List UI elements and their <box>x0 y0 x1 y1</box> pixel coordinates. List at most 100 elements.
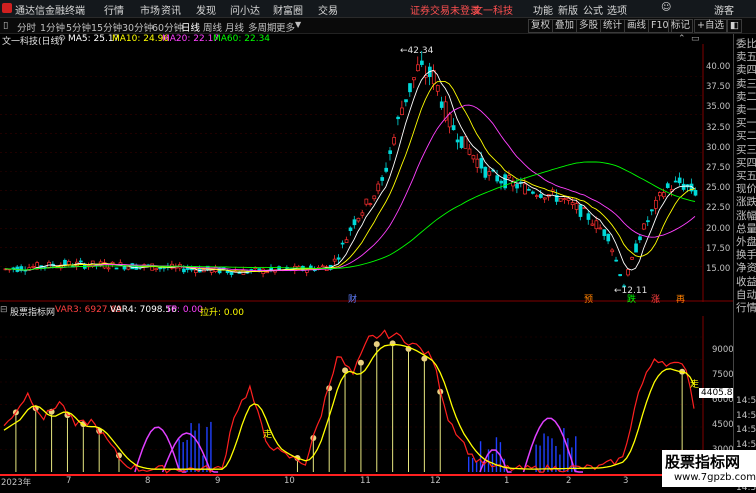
indicator-tick: 7500 <box>712 370 734 380</box>
marker-finance[interactable]: 财 <box>348 292 357 305</box>
date-tick: 9 <box>215 476 221 486</box>
menu-item-discover[interactable]: 发现 <box>196 2 216 17</box>
candle-body <box>693 190 698 196</box>
indicator-tick: 9000 <box>712 345 734 355</box>
toolbar-restore-button[interactable]: 复权 <box>528 19 554 33</box>
period-tab-multi[interactable]: 多周期 <box>248 20 277 34</box>
menu-item-wealth[interactable]: 财富圈 <box>273 2 303 17</box>
period-tab-more[interactable]: 更多 <box>276 20 295 34</box>
price-tick: 17.50 <box>706 243 731 254</box>
guest-label[interactable]: 游客 <box>714 2 734 17</box>
toolbar-mark-button[interactable]: 标记 <box>668 19 694 33</box>
tp-bar <box>198 423 200 472</box>
period-tab-30m[interactable]: 30分钟 <box>122 20 153 34</box>
menu-formula[interactable]: 公式 <box>583 2 603 17</box>
var4-line <box>3 344 695 470</box>
panel-row-label: 行情 <box>736 302 756 314</box>
candle-body <box>229 271 234 275</box>
period-tab-monthly[interactable]: 月线 <box>225 20 244 34</box>
candle-body <box>126 266 131 270</box>
candle-body <box>539 194 543 198</box>
watermark-title: 股票指标网 <box>665 453 741 471</box>
price-tick: 35.00 <box>706 102 731 113</box>
candle-body <box>626 269 630 276</box>
menu-item-market[interactable]: 市场 <box>140 2 160 17</box>
candle-body <box>657 192 662 197</box>
candle-body <box>372 195 377 200</box>
tp-line <box>522 417 583 473</box>
candle-body <box>416 64 420 72</box>
toolbar-overlay-button[interactable]: 叠加 <box>552 19 578 33</box>
period-tab-60m[interactable]: 60分钟 <box>152 20 183 34</box>
menu-item-ask[interactable]: 问小达 <box>230 2 260 17</box>
tp-bar <box>186 439 188 472</box>
candle-body <box>515 184 519 189</box>
candle-body <box>376 183 381 192</box>
login-notice[interactable]: 证券交易未登录 <box>410 2 480 17</box>
candle-body <box>634 243 638 253</box>
period-tab-15m[interactable]: 15分钟 <box>91 20 122 34</box>
quote-side-panel: 委比 卖五 卖四 卖三 卖二 卖一 买一 买二 买三 买四 买五 现价 涨跌 涨幅 总量 外盘 换手 净资 收益 自动… <box>733 34 756 493</box>
period-bar: ▯ 分时 1分钟 5分钟 15分钟 30分钟 60分钟 日线 周线 月线 多周期… <box>0 18 756 34</box>
tp-line <box>161 432 219 473</box>
candle-body <box>661 192 666 198</box>
var3-line <box>3 329 695 474</box>
settings-icon[interactable]: ⚙ <box>58 34 66 44</box>
indicator-settings-icon[interactable]: ⊟ <box>0 305 8 315</box>
menu-item-quotes[interactable]: 行情 <box>104 2 124 17</box>
candle-body <box>542 197 547 200</box>
period-tab-5m[interactable]: 5分钟 <box>66 20 91 34</box>
candle-body <box>368 203 373 205</box>
panel-time: 14:56 <box>736 425 756 435</box>
price-tick: 27.50 <box>706 163 731 173</box>
candle-body <box>78 260 83 263</box>
tp-bar <box>495 437 498 472</box>
price-tick: 37.50 <box>706 82 731 93</box>
candle-body <box>646 220 650 223</box>
menu-newversion[interactable]: 新版 <box>558 2 578 17</box>
menu-function[interactable]: 功能 <box>533 2 553 17</box>
panel-minimize-icon[interactable]: ▭ <box>691 34 700 44</box>
candle-body <box>681 183 686 190</box>
chart-icon: ▯ <box>3 20 9 31</box>
panel-up-icon[interactable]: ⌃ <box>678 34 686 44</box>
candle-body <box>352 219 357 226</box>
candlestick-chart[interactable] <box>0 44 733 302</box>
app-title: 通达信金融终端 <box>15 6 85 17</box>
candle-body <box>578 204 583 217</box>
toolbar-draw-button[interactable]: 画线 <box>624 19 650 33</box>
menu-item-trade[interactable]: 交易 <box>318 2 338 17</box>
panel-time: 14:56 <box>736 396 756 406</box>
candle-body <box>507 175 511 179</box>
tp-label: TP: 0.00 <box>166 305 203 315</box>
marker-forecast[interactable]: 预 <box>584 292 593 305</box>
candle-body <box>265 271 270 274</box>
indicator-chart[interactable] <box>0 316 733 478</box>
period-tab-timeshare[interactable]: 分时 <box>17 20 36 34</box>
menu-item-news[interactable]: 资讯 <box>161 2 181 17</box>
tp-bar <box>194 430 196 472</box>
toolbar-sidebar-toggle-button[interactable]: ◧ <box>727 19 742 33</box>
candle-body <box>154 268 159 271</box>
tp-bar <box>559 454 561 472</box>
marker-rise[interactable]: 涨 <box>651 292 660 305</box>
toolbar-multistock-button[interactable]: 多股 <box>576 19 602 33</box>
more-dropdown-icon[interactable]: ▼ <box>295 20 301 29</box>
candle-body <box>447 113 452 128</box>
date-tick: 10 <box>284 476 295 486</box>
candle-body <box>67 260 71 265</box>
candle-body <box>435 85 440 92</box>
date-tick: 12 <box>430 476 441 486</box>
user-icon[interactable]: ☺ <box>661 2 671 13</box>
toolbar-stats-button[interactable]: 统计 <box>600 19 626 33</box>
period-tab-weekly[interactable]: 周线 <box>203 20 222 34</box>
panel-time: 14:56 <box>736 410 756 421</box>
marker-again[interactable]: 再 <box>676 292 685 305</box>
menu-options[interactable]: 选项 <box>607 2 627 17</box>
period-tab-1m[interactable]: 1分钟 <box>40 20 65 34</box>
tp-bar <box>543 433 545 472</box>
period-tab-daily[interactable]: 日线 <box>181 20 200 34</box>
date-tick: 3 <box>623 476 629 486</box>
toolbar-watchlist-button[interactable]: +自选 <box>694 19 727 33</box>
candle-body <box>570 202 575 206</box>
